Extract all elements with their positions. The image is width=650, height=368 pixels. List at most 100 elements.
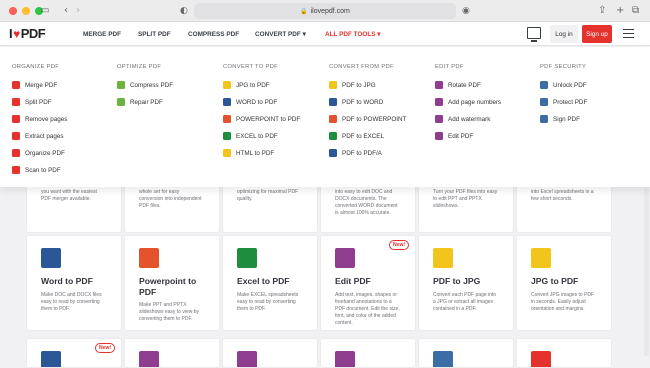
tool-card[interactable]: optimizing for maximal PDF quality. [222, 183, 318, 233]
nav-convert-pdf[interactable]: CONVERT PDF ▾ [255, 22, 306, 46]
menu-item[interactable]: Unlock PDF [540, 80, 587, 90]
share-icon[interactable]: ⇪ [598, 4, 606, 18]
menu-item[interactable]: Add page numbers [435, 97, 501, 107]
extract-pages-icon [12, 132, 20, 140]
tool-card[interactable] [222, 338, 318, 368]
menu-item[interactable]: EXCEL to PDF [223, 131, 278, 141]
menu-item-label: PDF to WORD [342, 98, 384, 106]
browser-toolbar: ▭ ‹ › ◐ 🔒 ilovepdf.com ◉ ⇪ + ⧉ [0, 0, 650, 22]
tool-card[interactable] [516, 338, 612, 368]
watermark-icon [435, 115, 443, 123]
tool-card-description: into Excel spreadsheets in a few short s… [531, 189, 594, 202]
tool-icon [139, 351, 159, 367]
url-text: ilovepdf.com [310, 7, 350, 15]
tool-icon [41, 351, 61, 367]
menu-item[interactable]: PDF to JPG [329, 80, 376, 90]
excel-icon [223, 132, 231, 140]
heart-icon: ♥ [13, 26, 20, 41]
menu-item[interactable]: Scan to PDF [12, 165, 61, 175]
tool-card[interactable]: whole set for easy conversion into indep… [124, 183, 220, 233]
pdfa-icon [329, 149, 337, 157]
menu-item[interactable]: PDF to POWERPOINT [329, 114, 406, 124]
menu-item-label: Organize PDF [25, 149, 65, 157]
remove-pages-icon [12, 115, 20, 123]
menu-item-label: Extract pages [25, 132, 64, 140]
menu-item[interactable]: Rotate PDF [435, 80, 481, 90]
tool-card[interactable] [418, 338, 514, 368]
menu-item[interactable]: POWERPOINT to PDF [223, 114, 300, 124]
menu-item[interactable]: PDF to EXCEL [329, 131, 384, 141]
tool-card-title: Word to PDF [41, 276, 93, 286]
extension-icon[interactable]: ◉ [462, 4, 470, 18]
tool-card[interactable]: Excel to PDF Make EXCEL spreadsheets easy… [222, 235, 318, 331]
tool-card-title: Excel to PDF [237, 276, 290, 286]
tool-card[interactable]: you want with the easiest PDF merger ava… [26, 183, 122, 233]
tool-card[interactable]: JPG to PDF Convert JPG images to PDF in s… [516, 235, 612, 331]
tools-grid: you want with the easiest PDF merger ava… [26, 183, 616, 368]
close-window-button[interactable] [9, 7, 17, 15]
menu-item[interactable]: Compress PDF [117, 80, 173, 90]
menu-item-label: Sign PDF [553, 115, 580, 123]
tool-icon [433, 351, 453, 367]
excel-icon [237, 248, 257, 268]
new-tab-icon[interactable]: + [616, 4, 624, 18]
menu-item[interactable]: JPG to PDF [223, 80, 270, 90]
menu-item-label: Scan to PDF [25, 166, 61, 174]
menu-item[interactable]: Merge PDF [12, 80, 57, 90]
nav-merge-pdf[interactable]: MERGE PDF [83, 22, 121, 46]
logo-letter: I [9, 26, 13, 41]
menu-item[interactable]: Extract pages [12, 131, 64, 141]
address-bar[interactable]: 🔒 ilovepdf.com [194, 3, 456, 19]
minimize-window-button[interactable] [22, 7, 30, 15]
tool-card[interactable]: Word to PDF Make DOC and DOCX files easy … [26, 235, 122, 331]
menu-item[interactable]: PDF to WORD [329, 97, 383, 107]
tab-overview-icon[interactable]: ⧉ [632, 4, 639, 18]
tool-card[interactable] [124, 338, 220, 368]
menu-item[interactable]: PDF to PDF/A [329, 148, 382, 158]
menu-item[interactable]: Add watermark [435, 114, 490, 124]
tool-card[interactable]: Powerpoint to PDF Make PPT and PPTX slide… [124, 235, 220, 331]
menu-column-title: CONVERT FROM PDF [329, 64, 394, 70]
desktop-app-icon[interactable] [527, 27, 541, 42]
menu-item[interactable]: Organize PDF [12, 148, 65, 158]
organize-icon [12, 149, 20, 157]
nav-compress-pdf[interactable]: COMPRESS PDF [188, 22, 239, 46]
logo-word: PDF [20, 26, 46, 41]
privacy-shield-icon[interactable]: ◐ [180, 4, 188, 18]
ilovepdf-logo[interactable]: I ♥ PDF [9, 26, 46, 41]
tool-card[interactable]: PDF to JPG Convert each PDF page into a J… [418, 235, 514, 331]
tool-icon [531, 351, 551, 367]
tool-card-description: Make PPT and PPTX slideshows easy to vie… [139, 302, 200, 322]
nav-split-pdf[interactable]: SPLIT PDF [138, 22, 171, 46]
tool-card-description: whole set for easy conversion into indep… [139, 189, 202, 209]
pdf-excel-icon [329, 132, 337, 140]
nav-all-pdf-tools[interactable]: ALL PDF TOOLS ▾ [325, 22, 381, 46]
split-icon [12, 98, 20, 106]
menu-item[interactable]: Protect PDF [540, 97, 587, 107]
menu-item[interactable]: WORD to PDF [223, 97, 277, 107]
tool-card[interactable] [320, 338, 416, 368]
menu-item[interactable]: Remove pages [12, 114, 67, 124]
menu-item[interactable]: Split PDF [12, 97, 52, 107]
new-badge: New! [95, 343, 115, 353]
menu-item-label: HTML to PDF [236, 149, 275, 157]
back-icon[interactable]: ‹ [64, 4, 68, 18]
menu-item[interactable]: Edit PDF [435, 131, 473, 141]
sidebar-toggle-icon[interactable]: ▭ [40, 4, 49, 18]
word-icon [41, 248, 61, 268]
login-button[interactable]: Log in [550, 25, 578, 43]
tool-card[interactable]: into Excel spreadsheets in a few short s… [516, 183, 612, 233]
menu-item[interactable]: Sign PDF [540, 114, 580, 124]
tool-card[interactable]: Edit PDF Add text, images, shapes or free… [320, 235, 416, 331]
tool-card[interactable]: Turn your PDF files into easy to edit PP… [418, 183, 514, 233]
tool-card[interactable]: New! [26, 338, 122, 368]
signup-button[interactable]: Sign up [582, 25, 612, 43]
powerpoint-icon [223, 115, 231, 123]
forward-icon[interactable]: › [76, 4, 80, 18]
tool-card-description: Turn your PDF files into easy to edit PP… [433, 189, 498, 209]
tool-card[interactable]: into easy to edit DOC and DOCX documents… [320, 183, 416, 233]
menu-item-label: Compress PDF [130, 81, 174, 89]
menu-item[interactable]: Repair PDF [117, 97, 163, 107]
menu-icon[interactable] [623, 29, 634, 38]
menu-item[interactable]: HTML to PDF [223, 148, 274, 158]
